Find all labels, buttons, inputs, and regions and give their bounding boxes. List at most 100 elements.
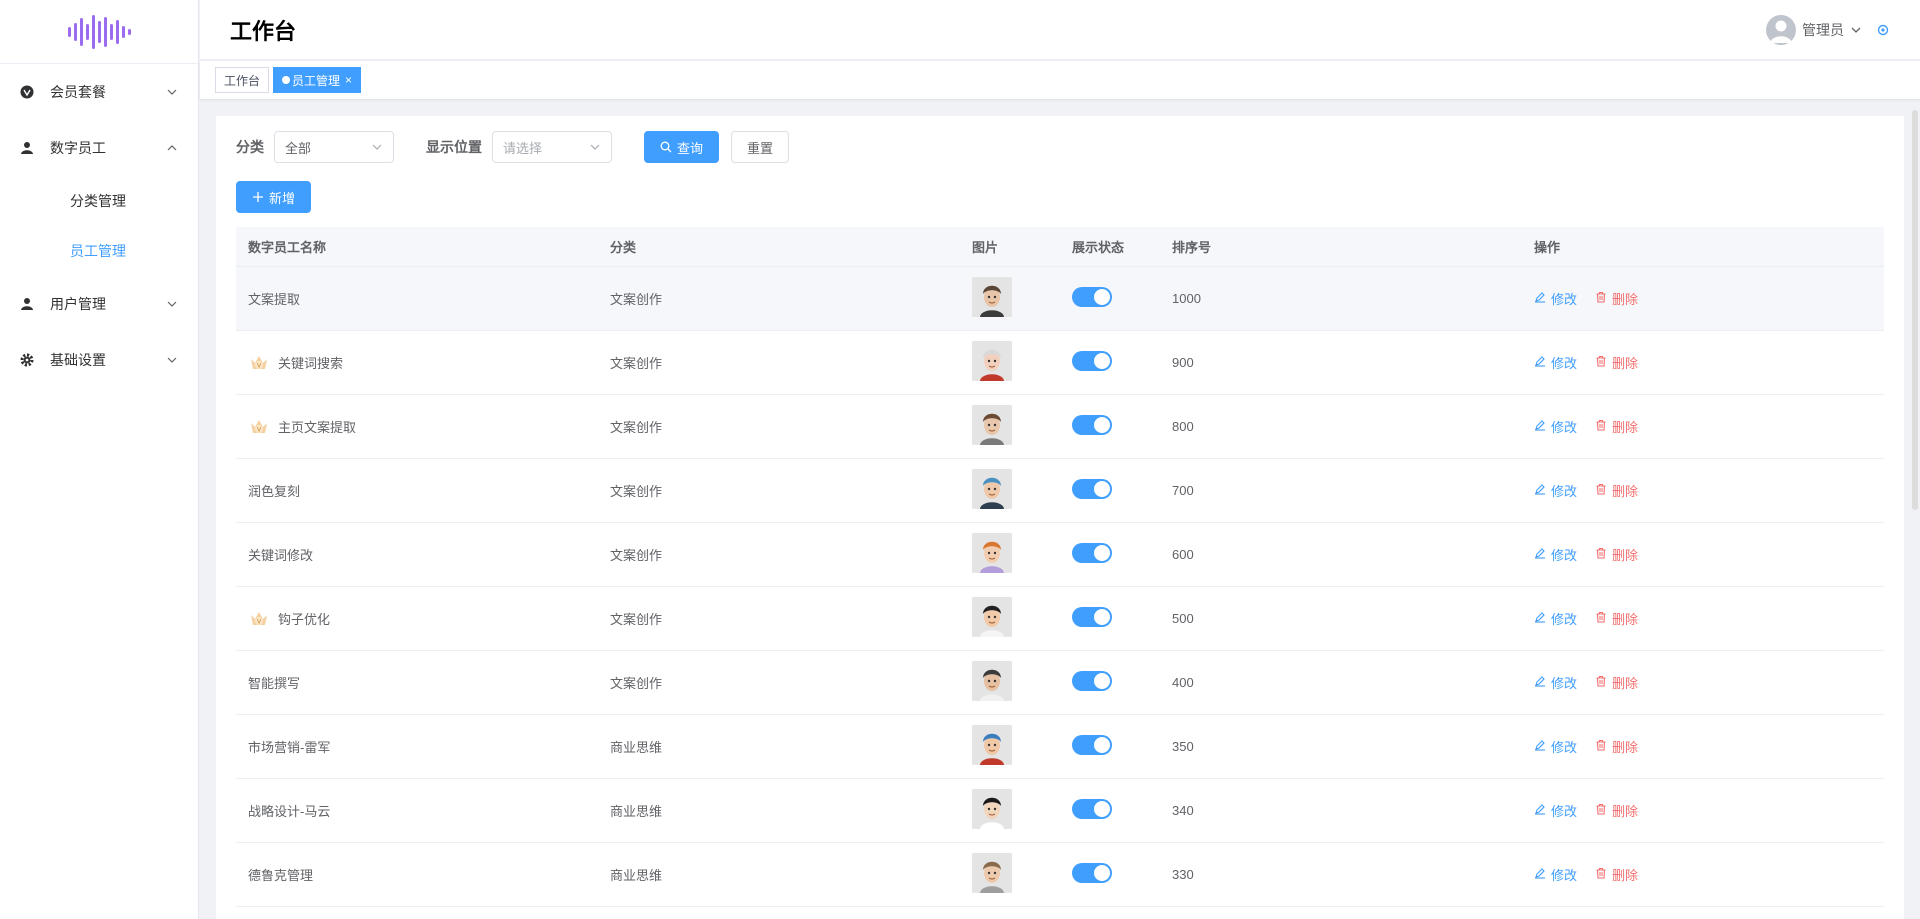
display-status-toggle[interactable] bbox=[1072, 799, 1112, 819]
table-row: 德鲁克管理 商业思维 330 修改 删除 bbox=[236, 843, 1884, 907]
user-icon bbox=[20, 141, 34, 155]
delete-button[interactable]: 删除 bbox=[1595, 609, 1638, 628]
edit-button[interactable]: 修改 bbox=[1534, 353, 1577, 372]
logo[interactable] bbox=[0, 0, 198, 64]
active-dot-icon bbox=[282, 76, 291, 84]
employee-avatar-image[interactable] bbox=[972, 661, 1012, 701]
scrollbar[interactable] bbox=[1912, 110, 1918, 510]
employee-name: 主页文案提取 bbox=[278, 420, 357, 435]
employee-avatar-image[interactable] bbox=[972, 789, 1012, 829]
edit-button[interactable]: 修改 bbox=[1534, 737, 1577, 756]
header-status: 展示状态 bbox=[1072, 240, 1125, 255]
cell-status bbox=[1060, 671, 1160, 694]
edit-label: 修改 bbox=[1551, 676, 1578, 691]
delete-button[interactable]: 删除 bbox=[1595, 737, 1638, 756]
edit-button[interactable]: 修改 bbox=[1534, 609, 1577, 628]
query-button[interactable]: 查询 bbox=[644, 131, 720, 163]
edit-label: 修改 bbox=[1551, 548, 1578, 563]
tab-employee-management[interactable]: 员工管理 × bbox=[273, 67, 362, 93]
delete-button[interactable]: 删除 bbox=[1595, 481, 1638, 500]
sidebar-item-basic-settings[interactable]: 基础设置 bbox=[0, 332, 198, 388]
employee-avatar-image[interactable] bbox=[972, 469, 1012, 509]
position-select[interactable]: 请选择 bbox=[492, 131, 612, 163]
submenu-item-employee-management[interactable]: 员工管理 bbox=[0, 226, 198, 276]
close-icon[interactable]: × bbox=[345, 73, 352, 87]
trash-icon bbox=[1595, 867, 1607, 882]
table-row: 战略设计-马云 商业思维 340 修改 删除 bbox=[236, 779, 1884, 843]
edit-button[interactable]: 修改 bbox=[1534, 417, 1577, 436]
add-button[interactable]: 新增 bbox=[236, 181, 312, 213]
employee-avatar-image[interactable] bbox=[972, 341, 1012, 381]
employee-avatar-image[interactable] bbox=[972, 853, 1012, 893]
delete-button[interactable]: 删除 bbox=[1595, 801, 1638, 820]
cell-category: 商业思维 bbox=[610, 740, 663, 755]
cell-actions: 修改 删除 bbox=[1522, 289, 1884, 308]
cell-name: 润色复刻 bbox=[236, 481, 598, 500]
position-select-placeholder: 请选择 bbox=[503, 140, 543, 156]
table-row: 智能撰写 文案创作 400 修改 删除 bbox=[236, 651, 1884, 715]
cell-actions: 修改 删除 bbox=[1522, 801, 1884, 820]
delete-button[interactable]: 删除 bbox=[1595, 865, 1638, 884]
sidebar-item-label: 数字员工 bbox=[50, 140, 106, 156]
table-body: 文案提取 文案创作 1000 修改 删除 V 关键词搜索 文案创作 900 修改 删除 V 主页文案提取… bbox=[236, 267, 1884, 907]
category-filter-label: 分类 bbox=[236, 139, 264, 155]
employee-avatar-image[interactable] bbox=[972, 533, 1012, 573]
display-status-toggle[interactable] bbox=[1072, 479, 1112, 499]
cell-image bbox=[960, 725, 1060, 768]
edit-button[interactable]: 修改 bbox=[1534, 481, 1577, 500]
user-menu[interactable]: 管理员 bbox=[1766, 14, 1890, 45]
cell-category: 文案创作 bbox=[610, 612, 663, 627]
display-status-toggle[interactable] bbox=[1072, 863, 1112, 883]
header-actions: 操作 bbox=[1534, 240, 1561, 255]
cell-actions: 修改 删除 bbox=[1522, 609, 1884, 628]
reset-button[interactable]: 重置 bbox=[731, 131, 790, 163]
cell-name: 智能撰写 bbox=[236, 673, 598, 692]
header-image: 图片 bbox=[972, 240, 999, 255]
employee-avatar-image[interactable] bbox=[972, 277, 1012, 317]
employee-avatar-image[interactable] bbox=[972, 405, 1012, 445]
employee-avatar-image[interactable] bbox=[972, 725, 1012, 765]
submenu-item-category-management[interactable]: 分类管理 bbox=[0, 176, 198, 226]
add-button-label: 新增 bbox=[269, 190, 296, 206]
settings-icon[interactable] bbox=[1876, 23, 1890, 37]
edit-button[interactable]: 修改 bbox=[1534, 673, 1577, 692]
cell-sort: 1000 bbox=[1172, 291, 1201, 306]
trash-icon bbox=[1595, 739, 1607, 754]
sidebar-item-membership[interactable]: 会员套餐 bbox=[0, 64, 198, 120]
tab-workbench[interactable]: 工作台 bbox=[215, 67, 270, 93]
delete-button[interactable]: 删除 bbox=[1595, 545, 1638, 564]
edit-button[interactable]: 修改 bbox=[1534, 865, 1577, 884]
delete-button[interactable]: 删除 bbox=[1595, 289, 1638, 308]
display-status-toggle[interactable] bbox=[1072, 287, 1112, 307]
display-status-toggle[interactable] bbox=[1072, 671, 1112, 691]
cell-category: 商业思维 bbox=[610, 868, 663, 883]
edit-button[interactable]: 修改 bbox=[1534, 545, 1577, 564]
cell-name: V 钩子优化 bbox=[236, 608, 598, 630]
delete-button[interactable]: 删除 bbox=[1595, 353, 1638, 372]
side-menu: 会员套餐数字员工分类管理 员工管理 用户管理 基础设置 bbox=[0, 64, 198, 388]
display-status-toggle[interactable] bbox=[1072, 351, 1112, 371]
delete-button[interactable]: 删除 bbox=[1595, 673, 1638, 692]
display-status-toggle[interactable] bbox=[1072, 735, 1112, 755]
delete-button[interactable]: 删除 bbox=[1595, 417, 1638, 436]
sidebar-item-digital-employee[interactable]: 数字员工 bbox=[0, 120, 198, 176]
cell-actions: 修改 删除 bbox=[1522, 417, 1884, 436]
chevron-down-icon[interactable] bbox=[1850, 24, 1862, 36]
edit-button[interactable]: 修改 bbox=[1534, 289, 1577, 308]
edit-label: 修改 bbox=[1551, 804, 1578, 819]
tab-label: 工作台 bbox=[224, 73, 261, 88]
avatar[interactable] bbox=[1766, 14, 1796, 45]
display-status-toggle[interactable] bbox=[1072, 543, 1112, 563]
table-row: 市场营销-雷军 商业思维 350 修改 删除 bbox=[236, 715, 1884, 779]
category-select[interactable]: 全部 bbox=[274, 131, 394, 163]
sidebar-item-user-management[interactable]: 用户管理 bbox=[0, 276, 198, 332]
employee-name: 关键词搜索 bbox=[278, 356, 344, 371]
edit-label: 修改 bbox=[1551, 868, 1578, 883]
employee-avatar-image[interactable] bbox=[972, 597, 1012, 637]
display-status-toggle[interactable] bbox=[1072, 415, 1112, 435]
cell-status bbox=[1060, 287, 1160, 310]
display-status-toggle[interactable] bbox=[1072, 607, 1112, 627]
user-name[interactable]: 管理员 bbox=[1802, 20, 1844, 40]
edit-button[interactable]: 修改 bbox=[1534, 801, 1577, 820]
cell-sort: 800 bbox=[1172, 419, 1194, 434]
